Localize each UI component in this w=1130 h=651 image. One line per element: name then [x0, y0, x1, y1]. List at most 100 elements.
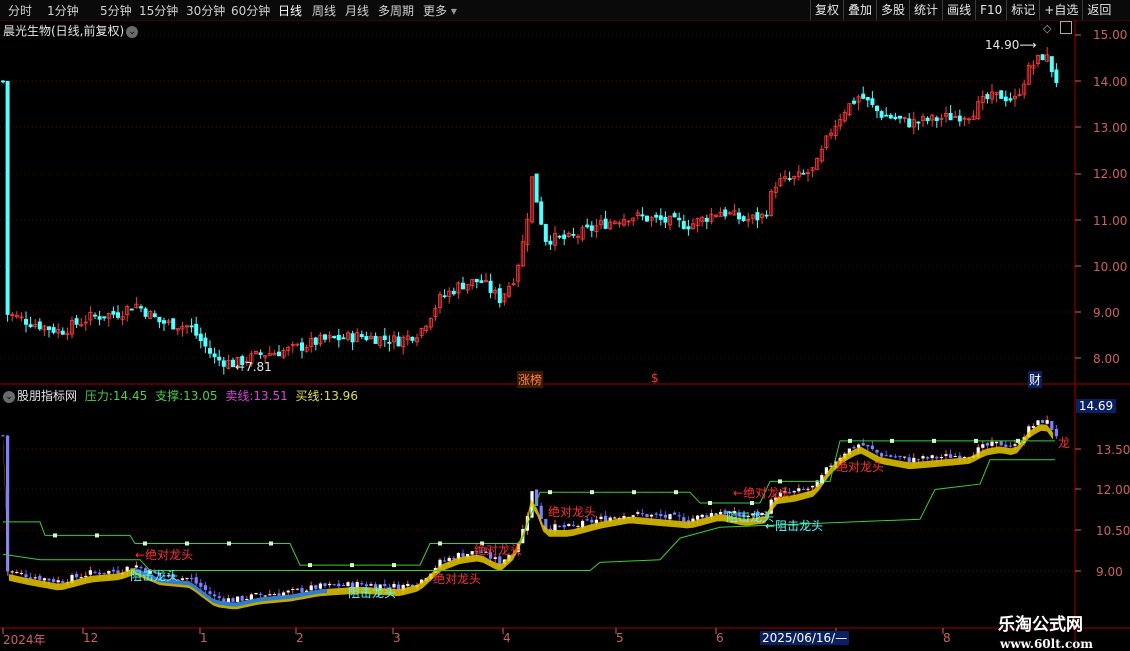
- candle-body: [198, 333, 203, 342]
- ind-candle-body: [15, 571, 19, 573]
- candle-body: [870, 98, 875, 105]
- candle-body: [658, 215, 663, 220]
- ind-candle-body: [898, 455, 902, 458]
- candle-body: [350, 333, 355, 343]
- annotation-label: 阻击龙头: [130, 569, 179, 583]
- candle-body: [640, 214, 645, 217]
- ind-candle-body: [944, 454, 948, 456]
- level-marker: [1016, 438, 1020, 443]
- ind-candle-body: [811, 485, 815, 488]
- candle-body: [364, 336, 369, 341]
- ind-candle-body: [93, 571, 97, 573]
- ind-candle-body: [935, 456, 939, 459]
- ind-candle-body: [631, 515, 635, 517]
- candle-body: [548, 240, 553, 245]
- ind-candle-body: [185, 578, 189, 580]
- annotation-label: ←绝对龙头: [135, 548, 194, 562]
- ind-candle-body: [558, 525, 562, 527]
- ind-candle-body: [1004, 444, 1008, 447]
- support-value: 13.05: [183, 389, 218, 403]
- ind-candle-body: [604, 515, 608, 522]
- candle-body: [382, 335, 387, 341]
- ind-candle-body: [792, 490, 796, 493]
- ind-candle-body: [52, 579, 56, 582]
- y-tick-1300: 13.00: [1093, 121, 1128, 135]
- ind-y-tick-1350: 13.50: [1096, 443, 1130, 457]
- date-label: 4: [503, 631, 511, 645]
- ind-candle-body: [300, 587, 304, 593]
- candle-body: [1054, 69, 1059, 83]
- annotation-label: 绝对龙头: [836, 460, 885, 474]
- chevron-down-icon[interactable]: ⌄: [126, 25, 139, 38]
- chevron-down-icon[interactable]: ⌄: [3, 390, 15, 403]
- candle-body: [557, 235, 562, 238]
- ind-candle-body: [613, 517, 617, 519]
- candle-body: [410, 336, 415, 341]
- ind-candle-body: [19, 572, 23, 574]
- ind-candle-body: [995, 441, 999, 444]
- ind-candle-body: [231, 598, 235, 602]
- level-marker: [708, 501, 712, 505]
- panel-toggle-icon[interactable]: [1060, 21, 1072, 34]
- level-marker: [95, 533, 99, 538]
- limit-up-rank-marker[interactable]: 涨榜: [517, 371, 544, 388]
- ind-candle-body: [240, 596, 244, 601]
- level-marker: [932, 438, 936, 443]
- ind-candle-body: [926, 456, 930, 459]
- date-label: 3: [393, 631, 401, 645]
- ind-candle-body: [337, 583, 341, 587]
- sell-line-value: 13.51: [253, 389, 288, 403]
- diamond-icon[interactable]: ◇: [1043, 22, 1051, 35]
- date-label: 2: [296, 631, 304, 645]
- ind-candle-body: [719, 511, 723, 515]
- candle-body: [451, 290, 456, 295]
- candle-body: [97, 316, 102, 320]
- level-marker: [53, 533, 57, 538]
- ind-candle-body: [567, 524, 571, 526]
- candle-body: [1040, 54, 1045, 61]
- ind-candle-body: [1008, 445, 1012, 447]
- level-marker: [308, 563, 312, 568]
- y-tick-1500: 15.00: [1093, 28, 1128, 42]
- ind-candle-body: [341, 585, 345, 587]
- ind-candle-body: [682, 517, 686, 522]
- ind-candle-body: [203, 585, 207, 590]
- candle-body: [157, 316, 162, 323]
- candle-body: [74, 318, 79, 325]
- financial-report-marker[interactable]: 财: [1028, 371, 1043, 388]
- candle-body: [189, 325, 194, 328]
- y-tick-1000: 10.00: [1093, 260, 1128, 274]
- y-tick-800: 8.00: [1093, 352, 1120, 366]
- ind-candle-body: [590, 519, 594, 523]
- level-marker: [590, 490, 594, 495]
- ind-candle-body: [999, 441, 1003, 446]
- candle-body: [985, 94, 990, 100]
- sell-line-label: 卖线:: [225, 389, 254, 403]
- ind-candle-body: [880, 453, 884, 457]
- candle-body: [879, 111, 884, 118]
- buy-line-label: 买线:: [295, 389, 324, 403]
- date-label: 6: [716, 631, 724, 645]
- ind-candle-body: [295, 588, 299, 590]
- ind-candle-body: [861, 442, 865, 446]
- candle-body: [28, 324, 33, 328]
- candle-body: [603, 218, 608, 229]
- annotation-label: 绝对龙头: [548, 505, 597, 519]
- candle-body: [534, 173, 539, 203]
- candle-body: [925, 117, 930, 122]
- ind-candle-body: [571, 524, 575, 526]
- candle-body: [801, 172, 806, 175]
- level-marker: [143, 541, 147, 546]
- ind-y-tick-1200: 12.00: [1096, 483, 1130, 497]
- candle-body: [341, 337, 346, 340]
- candle-body: [0, 80, 6, 83]
- watermark-title: 乐淘公式网: [998, 615, 1083, 635]
- candle-body: [102, 316, 107, 319]
- ind-candle-body: [88, 570, 92, 575]
- candle-body: [194, 323, 199, 336]
- candle-body: [723, 209, 728, 217]
- candle-body: [957, 115, 962, 122]
- dividend-marker[interactable]: $: [651, 371, 659, 385]
- indicator-header: ⌄ 股朋指标网 压力:14.45 支撑:13.05 卖线:13.51 买线:13.…: [3, 387, 358, 404]
- ind-candle-body: [98, 572, 102, 575]
